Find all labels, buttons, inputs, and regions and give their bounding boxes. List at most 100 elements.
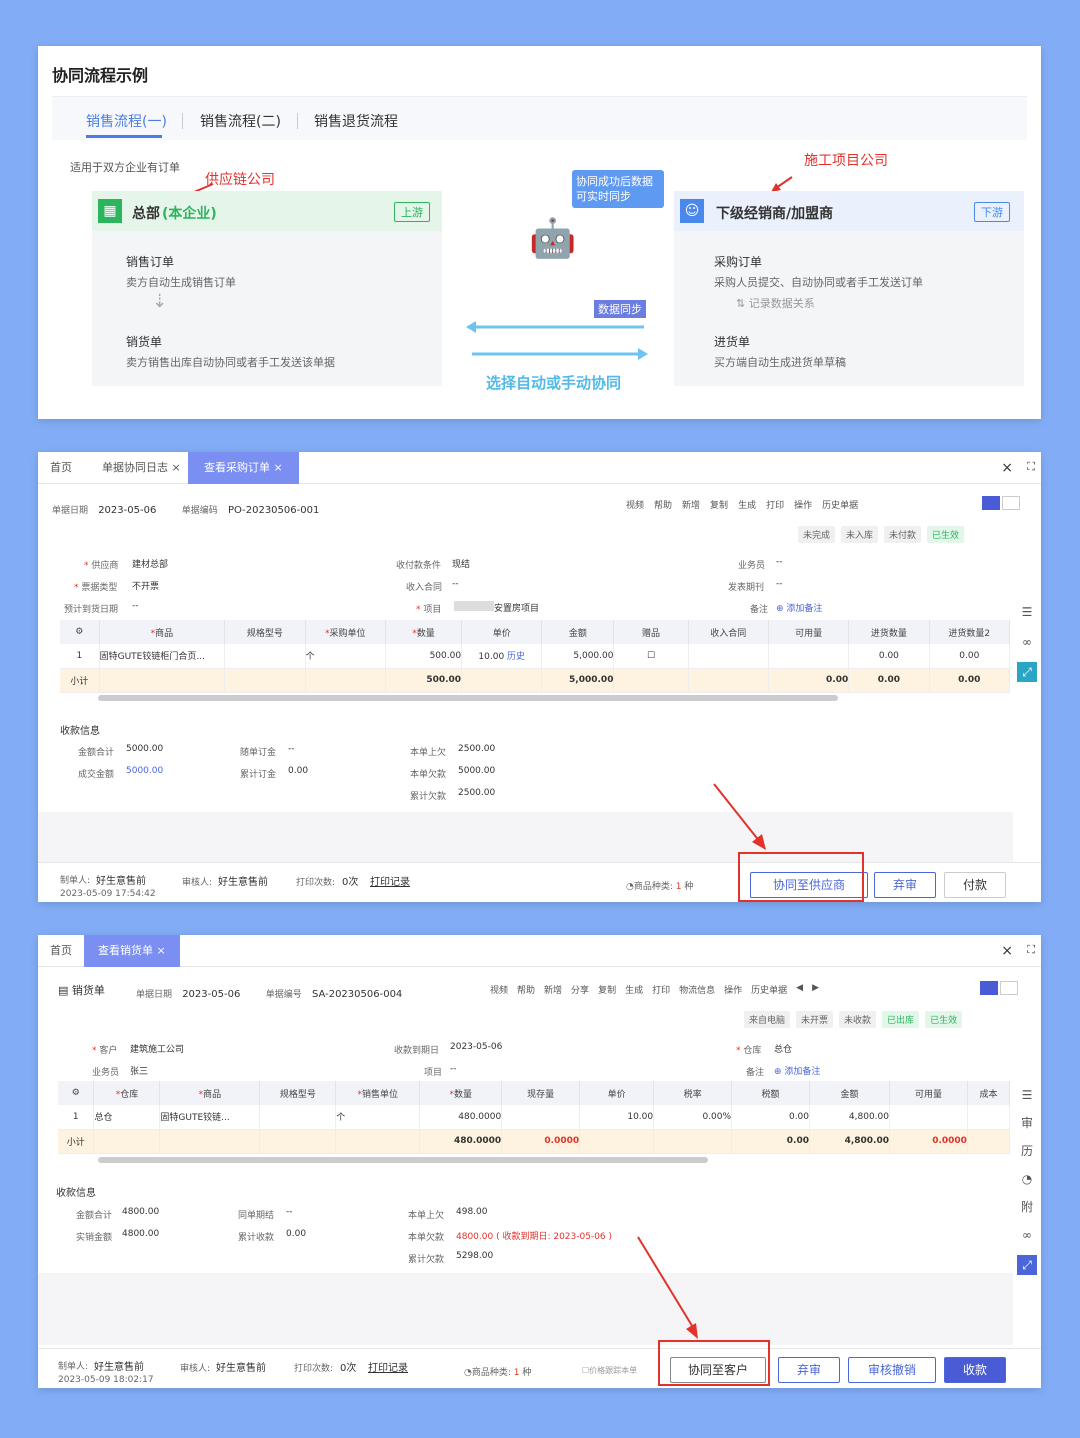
tab-sync-log[interactable]: 单据协同日志 × — [92, 452, 191, 484]
table-row[interactable]: 1 固特GUTE铰链柜门合页... 个 500.00 10.00 历史 5,00… — [60, 644, 1011, 669]
due-date-value[interactable]: 2023-05-06 — [450, 1042, 502, 1052]
col-amount[interactable]: 金额 — [541, 620, 615, 644]
close-icon[interactable]: × — [157, 944, 166, 957]
video-button[interactable]: 视频 — [490, 983, 508, 996]
expand-icon[interactable]: ⤢ — [1017, 1255, 1037, 1275]
close-icon[interactable]: × — [274, 461, 283, 474]
col-goods[interactable]: *商品 — [99, 620, 226, 644]
generate-button[interactable]: 生成 — [738, 498, 756, 511]
audit-icon[interactable]: 审 — [1017, 1113, 1037, 1133]
col-spec[interactable]: 规格型号 — [224, 620, 306, 644]
col-warehouse[interactable]: *仓库 — [93, 1081, 161, 1105]
period-value[interactable]: -- — [776, 579, 783, 589]
tab-sales-return[interactable]: 销售退货流程 — [314, 111, 398, 131]
card-view-icon[interactable] — [1000, 981, 1018, 995]
salesman-value[interactable]: 张三 — [130, 1064, 148, 1077]
tab-sales-2[interactable]: 销售流程(二) — [200, 111, 281, 131]
print-record-link[interactable]: 打印记录 — [368, 1359, 408, 1374]
expand-icon[interactable]: ⤢ — [1017, 662, 1037, 682]
collect-button[interactable]: 收款 — [944, 1357, 1006, 1383]
warehouse-value[interactable]: 总仓 — [774, 1042, 792, 1055]
add-memo-link[interactable]: ⊕ 添加备注 — [774, 1064, 820, 1077]
history-link[interactable]: 历史 — [507, 652, 525, 662]
info-icon[interactable]: ◔ — [1017, 1169, 1037, 1189]
close-window-icon[interactable]: × — [1001, 943, 1013, 959]
history-button[interactable]: 历史单据 — [822, 498, 858, 511]
prev-icon[interactable]: ◀ — [796, 983, 803, 996]
col-price[interactable]: 单价 — [579, 1081, 655, 1105]
arrive-date-value[interactable]: -- — [132, 601, 139, 611]
operate-button[interactable]: 操作 — [724, 983, 742, 996]
col-contract[interactable]: 收入合同 — [688, 620, 769, 644]
gift-checkbox[interactable]: ☐ — [613, 644, 689, 669]
copy-button[interactable]: 复制 — [598, 983, 616, 996]
horizontal-scrollbar[interactable] — [98, 1157, 708, 1163]
supplier-value[interactable]: 建材总部 — [132, 557, 168, 570]
col-amount[interactable]: 金额 — [809, 1081, 890, 1105]
list-view-icon[interactable] — [980, 981, 998, 995]
col-cost[interactable]: 成本 — [967, 1081, 1011, 1105]
fullscreen-icon[interactable]: ⛶ — [1027, 460, 1035, 474]
col-spec[interactable]: 规格型号 — [259, 1081, 337, 1105]
contract-value[interactable]: -- — [452, 579, 459, 589]
logistics-button[interactable]: 物流信息 — [679, 983, 715, 996]
customer-value[interactable]: 建筑施工公司 — [130, 1042, 184, 1055]
tab-view-po[interactable]: 查看采购订单 × — [188, 452, 299, 484]
project-value[interactable]: -- — [450, 1064, 457, 1074]
revoke-audit-button[interactable]: 审核撤销 — [848, 1357, 936, 1383]
settings-icon[interactable]: ⚙ — [58, 1081, 95, 1105]
tab-home[interactable]: 首页 — [40, 452, 82, 484]
pay-terms-value[interactable]: 现结 — [452, 557, 470, 570]
tab-view-delivery[interactable]: 查看销货单 × — [84, 935, 180, 967]
list-view-icon[interactable] — [982, 496, 1000, 510]
col-unit[interactable]: *销售单位 — [335, 1081, 421, 1105]
col-gift[interactable]: 赠品 — [613, 620, 689, 644]
link-icon[interactable]: ∞ — [1017, 632, 1037, 652]
add-button[interactable]: 新增 — [544, 983, 562, 996]
print-button[interactable]: 打印 — [766, 498, 784, 511]
col-qty[interactable]: *数量 — [385, 620, 463, 644]
print-record-link[interactable]: 打印记录 — [370, 873, 410, 888]
help-button[interactable]: 帮助 — [654, 498, 672, 511]
help-button[interactable]: 帮助 — [517, 983, 535, 996]
col-avail[interactable]: 可用量 — [889, 1081, 968, 1105]
operate-button[interactable]: 操作 — [794, 498, 812, 511]
video-button[interactable]: 视频 — [626, 498, 644, 511]
fullscreen-icon[interactable]: ⛶ — [1027, 943, 1035, 957]
add-memo-link[interactable]: ⊕ 添加备注 — [776, 601, 822, 614]
table-row[interactable]: 1 总仓 固特GUTE铰链... 个 480.0000 10.00 0.00% … — [58, 1105, 1011, 1130]
generate-button[interactable]: 生成 — [625, 983, 643, 996]
col-stock[interactable]: 现存量 — [501, 1081, 581, 1105]
col-qty[interactable]: *数量 — [419, 1081, 503, 1105]
add-button[interactable]: 新增 — [682, 498, 700, 511]
copy-button[interactable]: 复制 — [710, 498, 728, 511]
col-tax[interactable]: 税额 — [731, 1081, 811, 1105]
col-tax-rate[interactable]: 税率 — [653, 1081, 733, 1105]
unapprove-button[interactable]: 弃审 — [778, 1357, 840, 1383]
link-icon[interactable]: ∞ — [1017, 1225, 1037, 1245]
col-avail[interactable]: 可用量 — [768, 620, 850, 644]
price-track[interactable]: ☐价格跟踪本单 — [582, 1365, 637, 1376]
tab-home[interactable]: 首页 — [40, 935, 82, 967]
unapprove-button[interactable]: 弃审 — [874, 872, 936, 898]
close-icon[interactable]: × — [172, 461, 181, 474]
pay-button[interactable]: 付款 — [944, 872, 1006, 898]
tab-sales-1[interactable]: 销售流程(一) — [86, 111, 167, 131]
project-value[interactable]: 安置房项目 — [494, 601, 539, 614]
salesman-value[interactable]: -- — [776, 557, 783, 567]
next-icon[interactable]: ▶ — [812, 983, 819, 996]
document-icon[interactable]: ☰ — [1017, 1085, 1037, 1105]
card-view-icon[interactable] — [1002, 496, 1020, 510]
invoice-type-value[interactable]: 不开票 — [132, 579, 159, 592]
col-unit[interactable]: *采购单位 — [305, 620, 386, 644]
document-icon[interactable]: ☰ — [1017, 602, 1037, 622]
col-goods[interactable]: *商品 — [159, 1081, 261, 1105]
close-window-icon[interactable]: × — [1001, 460, 1013, 476]
print-button[interactable]: 打印 — [652, 983, 670, 996]
history-button[interactable]: 历史单据 — [751, 983, 787, 996]
col-in-qty2[interactable]: 进货数量2 — [929, 620, 1011, 644]
share-button[interactable]: 分享 — [571, 983, 589, 996]
settings-icon[interactable]: ⚙ — [60, 620, 100, 644]
horizontal-scrollbar[interactable] — [98, 695, 838, 701]
history-icon[interactable]: 历 — [1017, 1141, 1037, 1161]
